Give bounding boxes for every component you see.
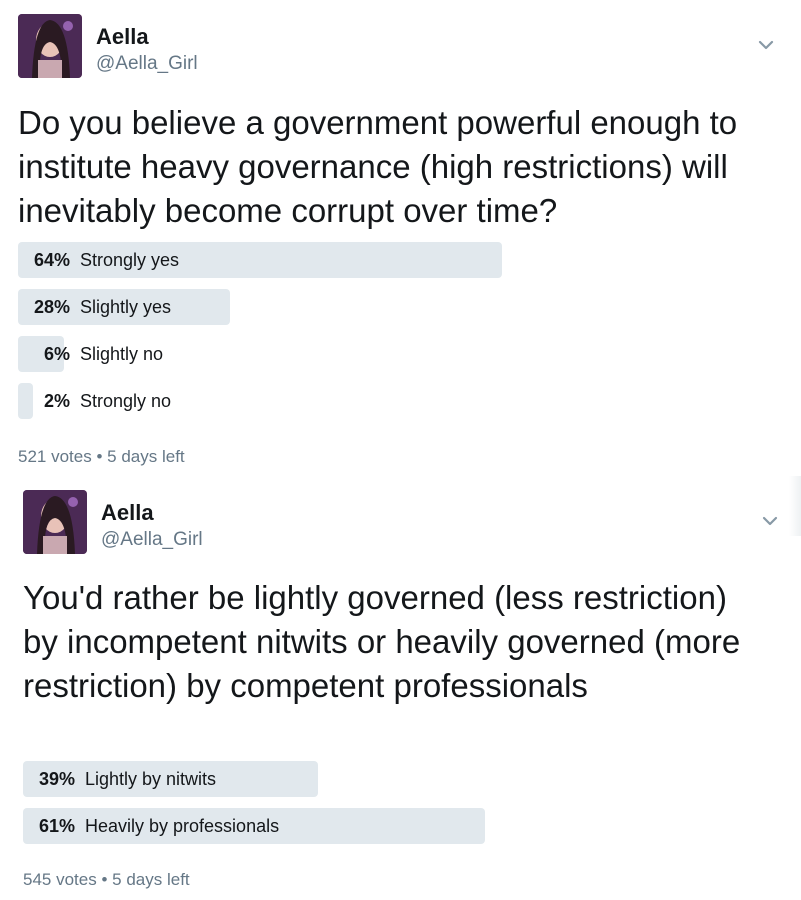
time-left: 5 days left — [107, 447, 185, 466]
poll-option-percent: 39% — [38, 769, 75, 789]
poll-option-label: Slightly no — [80, 344, 164, 364]
poll-option-label: Heavily by professionals — [85, 816, 280, 836]
poll-option-percent: 64% — [33, 250, 70, 270]
poll-question: You'd rather be lightly governed (less r… — [23, 579, 741, 704]
poll-option-label: Strongly no — [80, 391, 172, 411]
poll-question: Do you believe a government powerful eno… — [18, 104, 738, 229]
vote-count: 545 votes — [23, 870, 97, 889]
author-handle[interactable]: @Aella_Girl — [96, 53, 198, 75]
poll-option[interactable]: 64% Strongly yes — [18, 242, 758, 278]
chevron-down-icon[interactable] — [755, 34, 777, 56]
poll-option-percent: 61% — [38, 816, 75, 836]
tweet-2: Aella @Aella_Girl You'd rather be lightl… — [0, 476, 801, 900]
avatar-image — [23, 490, 87, 554]
poll-option[interactable]: 28% Slightly yes — [18, 289, 758, 325]
poll-option[interactable]: 39% Lightly by nitwits — [23, 761, 763, 797]
vote-count: 521 votes — [18, 447, 92, 466]
separator: • — [96, 447, 103, 466]
author-name[interactable]: Aella — [101, 500, 154, 526]
avatar[interactable] — [23, 490, 87, 554]
poll-option[interactable]: 61% Heavily by professionals — [23, 808, 763, 844]
poll-option-label: Strongly yes — [80, 250, 180, 270]
poll-option-label: Slightly yes — [80, 297, 172, 317]
poll-meta: 545 votes • 5 days left — [23, 870, 190, 890]
avatar[interactable] — [18, 14, 82, 78]
author-handle[interactable]: @Aella_Girl — [101, 529, 203, 551]
author-name[interactable]: Aella — [96, 24, 149, 50]
avatar-image — [18, 14, 82, 78]
poll-option-percent: 2% — [43, 391, 70, 411]
poll-option[interactable]: 6% Slightly no — [18, 336, 758, 372]
chevron-down-icon[interactable] — [759, 510, 781, 532]
time-left: 5 days left — [112, 870, 190, 889]
poll-option-label: Lightly by nitwits — [85, 769, 217, 789]
poll-option-percent: 28% — [33, 297, 70, 317]
tweet-1: Aella @Aella_Girl Do you believe a gover… — [0, 0, 801, 476]
poll-option-percent: 6% — [43, 344, 70, 364]
poll-meta: 521 votes • 5 days left — [18, 447, 185, 467]
poll-option[interactable]: 2% Strongly no — [18, 383, 758, 419]
separator: • — [101, 870, 108, 889]
